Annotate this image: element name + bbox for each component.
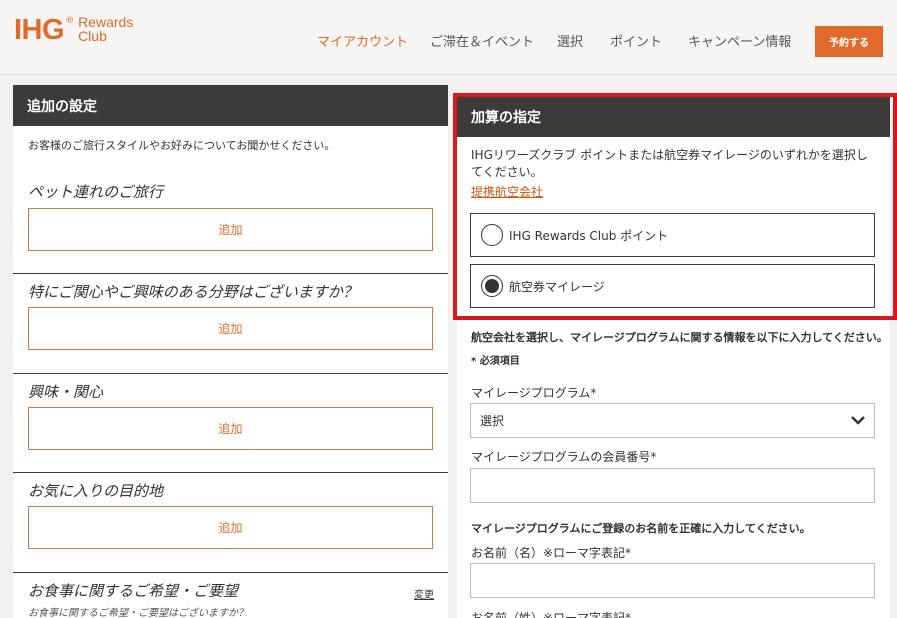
nav-selection[interactable]: 選択 bbox=[557, 31, 583, 50]
airline-miles-label: 航空券マイレージ bbox=[509, 279, 605, 294]
section-divider bbox=[13, 273, 448, 274]
section-divider bbox=[13, 572, 448, 573]
name-instruction: マイレージプログラムにご登録のお名前を正確に入力してください。 bbox=[471, 522, 811, 535]
first-name-input[interactable] bbox=[470, 563, 875, 598]
earn-preference-panel: 加算の指定 IHGリワーズクラブ ポイントまたは航空券マイレージのいずれかを選択… bbox=[457, 97, 890, 618]
additional-settings-title: 追加の設定 bbox=[13, 85, 448, 126]
favorite-destinations-title: お気に入りの目的地 bbox=[28, 482, 164, 500]
last-name-label: お名前（姓）※ローマ字表記* bbox=[471, 611, 632, 618]
meal-preferences-question: お食事に関するご希望・ご要望はございますか？ bbox=[28, 608, 248, 618]
member-number-input[interactable] bbox=[470, 468, 875, 503]
book-button[interactable]: 予約する bbox=[815, 26, 883, 57]
section-divider bbox=[13, 373, 448, 374]
main-nav: マイアカウント ご滞在＆イベント 選択 ポイント キャンペーン情報 bbox=[0, 31, 897, 50]
radio-selected-icon[interactable] bbox=[481, 275, 503, 297]
interests-title: 興味・関心 bbox=[28, 383, 104, 401]
radio-unselected-icon[interactable] bbox=[481, 224, 503, 246]
mileage-program-value: 選択 bbox=[480, 414, 505, 428]
site-header: IHG ® Rewards Club マイアカウント ご滞在＆イベント 選択 ポ… bbox=[0, 0, 897, 75]
ihg-points-label: IHG Rewards Club ポイント bbox=[509, 228, 669, 243]
nav-campaigns[interactable]: キャンペーン情報 bbox=[688, 31, 791, 50]
logo-registered-mark: ® bbox=[65, 16, 75, 26]
meal-preferences-change-link[interactable]: 変更 bbox=[414, 586, 434, 601]
chevron-down-icon bbox=[851, 416, 865, 425]
pet-travel-title: ペット連れのご旅行 bbox=[28, 183, 164, 201]
interests-add-button[interactable]: 追加 bbox=[28, 407, 433, 450]
nav-stays-events[interactable]: ご滞在＆イベント bbox=[430, 31, 534, 50]
mileage-program-select[interactable]: 選択 bbox=[470, 403, 875, 438]
special-interests-add-button[interactable]: 追加 bbox=[28, 307, 433, 350]
nav-my-account[interactable]: マイアカウント bbox=[317, 31, 408, 50]
mileage-program-label: マイレージプログラム* bbox=[471, 386, 597, 400]
additional-settings-panel: 追加の設定 お客様のご旅行スタイルやお好みについてお聞かせください。 ペット連れ… bbox=[13, 85, 448, 618]
meal-preferences-title: お食事に関するご希望・ご要望 bbox=[28, 582, 239, 600]
earn-preference-intro: IHGリワーズクラブ ポイントまたは航空券マイレージのいずれかを選択してください… bbox=[471, 148, 868, 179]
required-note: * 必須項目 bbox=[471, 356, 520, 367]
member-number-label: マイレージプログラムの会員番号* bbox=[471, 450, 657, 464]
favorite-destinations-add-button[interactable]: 追加 bbox=[28, 506, 433, 549]
special-interests-title: 特にご関心やご興味のある分野はございますか？ bbox=[28, 283, 358, 301]
airline-instruction: 航空会社を選択し、マイレージプログラムに関する情報を以下に入力してください。 bbox=[471, 331, 888, 344]
pet-travel-add-button[interactable]: 追加 bbox=[28, 208, 433, 251]
first-name-label: お名前（名）※ローマ字表記* bbox=[471, 546, 632, 560]
airline-miles-option[interactable]: 航空券マイレージ bbox=[470, 264, 875, 308]
radio-dot-icon bbox=[485, 279, 499, 293]
ihg-points-option[interactable]: IHG Rewards Club ポイント bbox=[470, 213, 875, 257]
additional-settings-intro: お客様のご旅行スタイルやお好みについてお聞かせください。 bbox=[28, 139, 336, 152]
earn-preference-title: 加算の指定 bbox=[457, 97, 890, 137]
nav-points[interactable]: ポイント bbox=[610, 31, 662, 50]
section-divider bbox=[13, 472, 448, 473]
partner-airlines-link[interactable]: 提携航空会社 bbox=[471, 183, 543, 200]
